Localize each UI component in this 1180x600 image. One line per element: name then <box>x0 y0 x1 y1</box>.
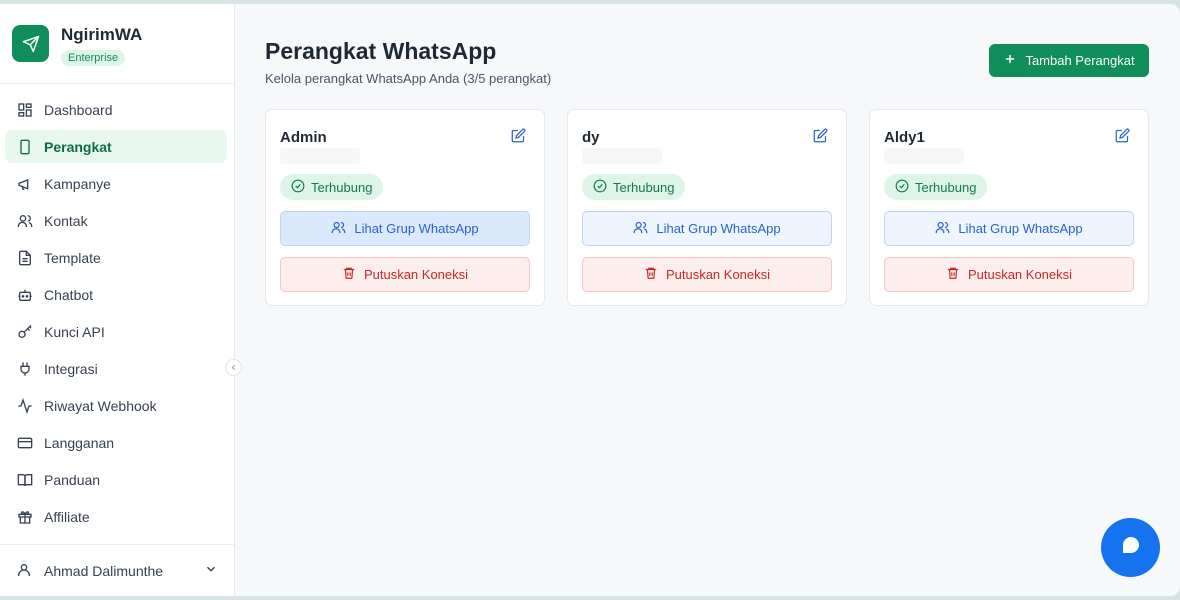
users-icon <box>331 220 346 238</box>
users-icon <box>16 212 34 230</box>
trash-icon <box>342 266 356 283</box>
credit-card-icon <box>16 434 34 452</box>
document-icon <box>16 249 34 267</box>
device-name: Aldy1 <box>884 129 925 146</box>
sidebar-item-label: Kontak <box>44 212 88 229</box>
view-groups-label: Lihat Grup WhatsApp <box>354 221 479 236</box>
status-badge: Terhubung <box>884 174 988 200</box>
disconnect-button[interactable]: Putuskan Koneksi <box>582 257 832 292</box>
device-card: Admin Terhubung Lihat Grup WhatsApp Putu… <box>265 109 545 306</box>
add-device-label: Tambah Perangkat <box>1025 53 1135 68</box>
grid-icon <box>16 101 34 119</box>
sidebar-item-perangkat[interactable]: Perangkat <box>5 130 227 163</box>
view-groups-button[interactable]: Lihat Grup WhatsApp <box>884 211 1134 246</box>
sidebar-item-affiliate[interactable]: Affiliate <box>5 500 227 533</box>
sidebar-item-riwayat-webhook[interactable]: Riwayat Webhook <box>5 389 227 422</box>
plug-icon <box>16 360 34 378</box>
sidebar-item-kunci-api[interactable]: Kunci API <box>5 315 227 348</box>
plan-badge: Enterprise <box>61 50 126 66</box>
sidebar-item-chatbot[interactable]: Chatbot <box>5 278 227 311</box>
sidebar-item-label: Kampanye <box>44 175 111 192</box>
trash-icon <box>946 266 960 283</box>
sidebar-item-kampanye[interactable]: Kampanye <box>5 167 227 200</box>
users-icon <box>633 220 648 238</box>
user-menu[interactable]: Ahmad Dalimunthe <box>0 544 234 596</box>
sidebar-item-label: Affiliate <box>44 508 90 525</box>
device-number-placeholder <box>280 148 360 164</box>
status-label: Terhubung <box>613 179 675 195</box>
bot-icon <box>16 286 34 304</box>
trash-icon <box>644 266 658 283</box>
view-groups-label: Lihat Grup WhatsApp <box>958 221 1083 236</box>
sidebar-item-label: Riwayat Webhook <box>44 397 157 414</box>
users-icon <box>935 220 950 238</box>
sidebar-item-integrasi[interactable]: Integrasi <box>5 352 227 385</box>
main-content: Perangkat WhatsApp Kelola perangkat What… <box>235 4 1180 596</box>
sidebar-item-kontak[interactable]: Kontak <box>5 204 227 237</box>
sidebar-item-dashboard[interactable]: Dashboard <box>5 93 227 126</box>
status-label: Terhubung <box>311 179 373 195</box>
sidebar-item-label: Integrasi <box>44 360 98 377</box>
app-window: NgirimWA Enterprise Dashboard Perangkat … <box>0 4 1180 596</box>
device-number-placeholder <box>582 148 662 164</box>
sidebar-item-panduan[interactable]: Panduan <box>5 463 227 496</box>
check-circle-icon <box>593 179 607 196</box>
chat-widget-button[interactable] <box>1101 518 1160 577</box>
sidebar-item-label: Kunci API <box>44 323 105 340</box>
status-badge: Terhubung <box>280 174 384 200</box>
chevron-down-icon[interactable] <box>204 562 218 579</box>
megaphone-icon <box>16 175 34 193</box>
device-number-placeholder <box>884 148 964 164</box>
key-icon <box>16 323 34 341</box>
view-groups-label: Lihat Grup WhatsApp <box>656 221 781 236</box>
sidebar-item-label: Template <box>44 249 101 266</box>
book-icon <box>16 471 34 489</box>
sidebar-item-label: Chatbot <box>44 286 94 303</box>
view-groups-button[interactable]: Lihat Grup WhatsApp <box>582 211 832 246</box>
page-title: Perangkat WhatsApp <box>265 38 497 64</box>
view-groups-button[interactable]: Lihat Grup WhatsApp <box>280 211 530 246</box>
disconnect-button[interactable]: Putuskan Koneksi <box>280 257 530 292</box>
disconnect-label: Putuskan Koneksi <box>967 267 1073 282</box>
add-device-button[interactable]: Tambah Perangkat <box>989 44 1149 77</box>
sidebar-item-label: Dashboard <box>44 101 113 118</box>
smartphone-icon <box>16 138 34 156</box>
device-list: Admin Terhubung Lihat Grup WhatsApp Putu… <box>265 109 1149 306</box>
edit-icon[interactable] <box>511 128 526 143</box>
user-icon <box>16 562 34 580</box>
edit-icon[interactable] <box>813 128 828 143</box>
check-circle-icon <box>895 179 909 196</box>
edit-icon[interactable] <box>1115 128 1130 143</box>
sidebar-item-langganan[interactable]: Langganan <box>5 426 227 459</box>
sidebar-nav: Dashboard Perangkat Kampanye Kontak Temp… <box>0 84 234 544</box>
brand: NgirimWA Enterprise <box>0 4 234 84</box>
device-name: dy <box>582 129 600 146</box>
status-badge: Terhubung <box>582 174 686 200</box>
sidebar-item-label: Panduan <box>44 471 101 488</box>
gift-icon <box>16 508 34 526</box>
send-icon[interactable] <box>12 25 49 62</box>
page-subtitle: Kelola perangkat WhatsApp Anda (3/5 pera… <box>265 71 552 86</box>
device-name: Admin <box>280 129 327 146</box>
sidebar-item-label: Langganan <box>44 434 115 451</box>
chat-bubble-icon <box>1119 533 1143 562</box>
plus-icon <box>1003 52 1017 69</box>
disconnect-button[interactable]: Putuskan Koneksi <box>884 257 1134 292</box>
user-name: Ahmad Dalimunthe <box>44 562 164 579</box>
device-card: dy Terhubung Lihat Grup WhatsApp Putuska… <box>567 109 847 306</box>
device-card: Aldy1 Terhubung Lihat Grup WhatsApp Putu… <box>869 109 1149 306</box>
brand-name: NgirimWA <box>61 25 143 44</box>
activity-icon <box>16 397 34 415</box>
status-label: Terhubung <box>915 179 977 195</box>
disconnect-label: Putuskan Koneksi <box>665 267 771 282</box>
sidebar-item-label: Perangkat <box>44 138 112 155</box>
disconnect-label: Putuskan Koneksi <box>363 267 469 282</box>
sidebar: NgirimWA Enterprise Dashboard Perangkat … <box>0 4 242 596</box>
sidebar-item-template[interactable]: Template <box>5 241 227 274</box>
check-circle-icon <box>291 179 305 196</box>
